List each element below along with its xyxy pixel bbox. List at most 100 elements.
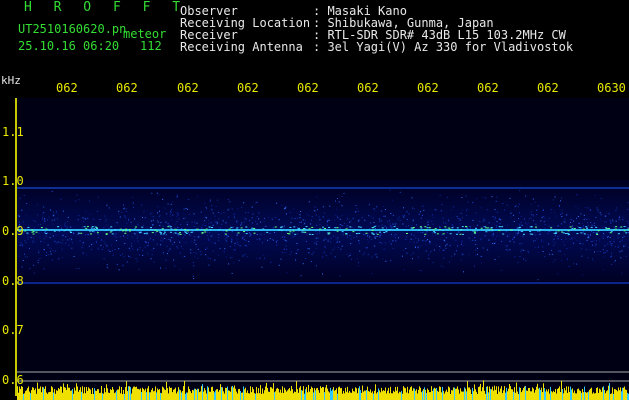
noise-dot bbox=[502, 203, 504, 204]
floor-bar bbox=[558, 388, 559, 400]
noise-dot bbox=[324, 212, 325, 214]
carrier-dot bbox=[253, 228, 256, 229]
noise-dot bbox=[316, 196, 318, 198]
noise-dot bbox=[589, 249, 591, 251]
noise-dot bbox=[583, 219, 585, 221]
carrier-dot bbox=[538, 230, 541, 232]
floor-bar bbox=[263, 393, 264, 400]
noise-dot bbox=[519, 212, 520, 214]
noise-dot bbox=[158, 216, 160, 218]
carrier-dot bbox=[396, 228, 399, 230]
noise-dot bbox=[33, 220, 35, 222]
floor-bar bbox=[272, 388, 273, 400]
noise-dot bbox=[123, 235, 125, 237]
carrier-dot bbox=[610, 230, 613, 232]
floor-bar bbox=[393, 390, 394, 400]
noise-dot bbox=[151, 254, 153, 256]
noise-dot bbox=[224, 248, 226, 250]
noise-dot bbox=[263, 254, 265, 256]
noise-dot bbox=[223, 212, 225, 214]
carrier-dot bbox=[68, 229, 70, 231]
carrier-dot bbox=[567, 230, 570, 232]
noise-dot bbox=[494, 217, 496, 219]
floor-bar bbox=[328, 391, 329, 400]
noise-dot bbox=[340, 248, 342, 250]
noise-dot bbox=[441, 204, 443, 206]
floor-bar bbox=[445, 391, 446, 400]
floor-bar bbox=[557, 389, 558, 400]
noise-dot bbox=[438, 249, 440, 251]
floor-bar bbox=[406, 392, 407, 400]
noise-dot bbox=[173, 241, 175, 243]
noise-dot bbox=[173, 233, 174, 235]
floor-bar bbox=[81, 391, 82, 400]
noise-dot bbox=[62, 256, 64, 258]
noise-dot bbox=[256, 234, 258, 235]
noise-dot bbox=[341, 196, 343, 197]
noise-dot bbox=[495, 200, 497, 202]
noise-dot bbox=[58, 258, 60, 260]
floor-bar bbox=[194, 388, 195, 400]
floor-bar bbox=[362, 385, 363, 400]
noise-dot bbox=[44, 220, 46, 222]
noise-dot bbox=[612, 240, 614, 242]
noise-dot bbox=[217, 212, 219, 213]
floor-bar bbox=[220, 384, 221, 400]
carrier-dot bbox=[557, 230, 560, 232]
floor-bar bbox=[155, 386, 156, 400]
noise-dot bbox=[256, 223, 258, 225]
noise-dot bbox=[387, 227, 389, 229]
noise-dot bbox=[81, 247, 83, 249]
floor-bar bbox=[597, 387, 598, 400]
carrier-dot bbox=[582, 228, 585, 230]
floor-bar bbox=[306, 387, 307, 400]
floor-bar bbox=[367, 386, 368, 400]
noise-dot bbox=[351, 258, 353, 260]
noise-dot bbox=[337, 198, 338, 199]
noise-dot bbox=[116, 236, 118, 238]
noise-dot bbox=[516, 227, 518, 229]
noise-dot bbox=[347, 236, 348, 238]
noise-dot bbox=[480, 207, 482, 209]
noise-dot bbox=[214, 215, 216, 217]
carrier-dot bbox=[201, 232, 204, 234]
noise-dot bbox=[585, 249, 587, 251]
carrier-dot bbox=[564, 233, 567, 234]
time-tick: 062 bbox=[56, 81, 78, 95]
noise-dot bbox=[283, 239, 285, 240]
noise-dot bbox=[211, 235, 213, 237]
carrier-dot bbox=[605, 228, 608, 230]
floor-bar bbox=[601, 391, 602, 400]
floor-bar bbox=[335, 390, 336, 400]
noise-dot bbox=[245, 212, 246, 214]
noise-dot bbox=[173, 259, 175, 261]
floor-bar bbox=[587, 392, 588, 400]
noise-dot bbox=[592, 231, 594, 233]
noise-dot bbox=[242, 236, 244, 238]
floor-bar bbox=[107, 388, 108, 400]
noise-dot bbox=[269, 238, 271, 240]
carrier-dot bbox=[475, 227, 477, 229]
noise-dot bbox=[440, 210, 442, 212]
floor-bar bbox=[175, 387, 176, 400]
floor-bar bbox=[270, 387, 271, 400]
floor-bar bbox=[490, 389, 491, 400]
noise-dot bbox=[507, 250, 509, 252]
noise-dot bbox=[217, 199, 218, 201]
noise-dot bbox=[284, 225, 285, 227]
noise-dot bbox=[381, 242, 383, 244]
carrier-dot bbox=[445, 228, 448, 230]
carrier-dot bbox=[319, 228, 322, 230]
noise-dot bbox=[241, 223, 243, 225]
floor-bar bbox=[399, 391, 400, 400]
noise-dot bbox=[310, 223, 312, 225]
noise-dot bbox=[443, 249, 445, 251]
noise-dot bbox=[420, 232, 422, 233]
noise-dot bbox=[564, 218, 566, 220]
noise-dot bbox=[506, 204, 508, 206]
noise-dot bbox=[617, 235, 619, 237]
floor-bar bbox=[360, 390, 361, 400]
noise-dot bbox=[513, 236, 515, 238]
floor-bar bbox=[446, 389, 447, 400]
floor-bar bbox=[85, 393, 86, 400]
